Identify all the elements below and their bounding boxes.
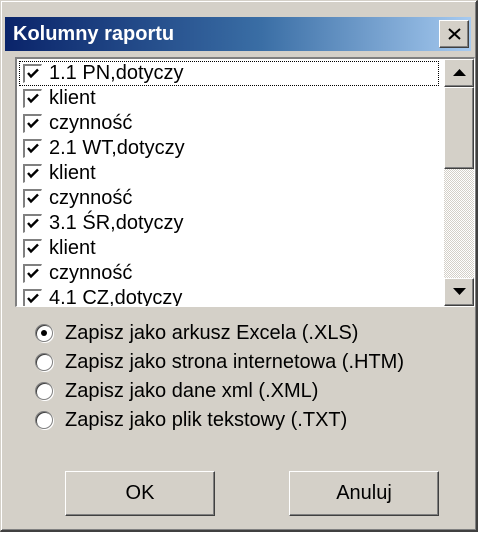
column-label: 4.1 CZ,dotyczy: [49, 287, 183, 307]
export-option-label: Zapisz jako strona internetowa (.HTM): [65, 351, 405, 373]
arrow-up-icon: [453, 69, 466, 76]
column-label: klient: [49, 237, 96, 259]
export-radio[interactable]: [35, 411, 53, 429]
column-label: klient: [49, 87, 96, 109]
vertical-scrollbar[interactable]: [444, 59, 474, 306]
column-list-item[interactable]: czynność: [19, 186, 439, 211]
export-option[interactable]: Zapisz jako dane xml (.XML): [23, 377, 443, 406]
column-label: 3.1 ŚR,dotyczy: [49, 212, 184, 234]
export-option-label: Zapisz jako arkusz Excela (.XLS): [65, 322, 359, 344]
close-button[interactable]: [439, 20, 469, 48]
export-option-label: Zapisz jako plik tekstowy (.TXT): [65, 409, 348, 431]
column-label: czynność: [49, 262, 133, 284]
scroll-up-button[interactable]: [444, 59, 474, 87]
column-list-item[interactable]: klient: [19, 161, 439, 186]
column-label: klient: [49, 162, 96, 184]
column-checkbox[interactable]: [23, 89, 42, 108]
checkmark-icon: [27, 68, 39, 79]
column-checkbox[interactable]: [23, 164, 42, 183]
column-list-item[interactable]: czynność: [19, 261, 439, 286]
column-checkbox[interactable]: [23, 114, 42, 133]
radio-dot: [41, 330, 47, 336]
export-option-label: Zapisz jako dane xml (.XML): [65, 380, 319, 402]
column-label: 1.1 PN,dotyczy: [49, 62, 184, 84]
column-checkbox[interactable]: [23, 189, 42, 208]
column-checkbox[interactable]: [23, 264, 42, 283]
scroll-down-button[interactable]: [444, 278, 474, 306]
checkmark-icon: [27, 243, 39, 254]
column-label: 2.1 WT,dotyczy: [49, 137, 185, 159]
export-option[interactable]: Zapisz jako strona internetowa (.HTM): [23, 348, 443, 377]
checkmark-icon: [27, 293, 39, 304]
columns-list: 1.1 PN,dotyczy klient czynność 2.1 WT,dotyc…: [19, 61, 439, 307]
dialog-title: Kolumny raportu: [13, 23, 175, 45]
close-icon: [448, 28, 461, 40]
column-list-item[interactable]: 3.1 ŚR,dotyczy: [19, 211, 439, 236]
column-list-item[interactable]: 2.1 WT,dotyczy: [19, 136, 439, 161]
export-radio[interactable]: [35, 382, 53, 400]
title-bar: Kolumny raportu: [5, 17, 471, 51]
export-format-group: Zapisz jako arkusz Excela (.XLS) Zapisz j…: [23, 319, 443, 435]
arrow-down-icon: [453, 288, 466, 295]
export-option[interactable]: Zapisz jako arkusz Excela (.XLS): [23, 319, 443, 348]
ok-button[interactable]: OK: [65, 471, 215, 516]
column-checkbox[interactable]: [23, 289, 42, 306]
column-list-item[interactable]: klient: [19, 236, 439, 261]
checkmark-icon: [27, 218, 39, 229]
column-checkbox[interactable]: [23, 214, 42, 233]
column-checkbox[interactable]: [23, 239, 42, 258]
checkmark-icon: [27, 193, 39, 204]
export-radio[interactable]: [35, 324, 53, 342]
column-checkbox[interactable]: [23, 139, 42, 158]
cancel-button[interactable]: Anuluj: [289, 471, 439, 516]
column-label: czynność: [49, 187, 133, 209]
checkmark-icon: [27, 268, 39, 279]
checkmark-icon: [27, 168, 39, 179]
column-list-item[interactable]: 1.1 PN,dotyczy: [19, 61, 439, 86]
checkmark-icon: [27, 118, 39, 129]
column-checkbox[interactable]: [23, 64, 42, 83]
column-list-item[interactable]: czynność: [19, 111, 439, 136]
checkmark-icon: [27, 143, 39, 154]
column-list-item[interactable]: 4.1 CZ,dotyczy: [19, 286, 439, 307]
export-option[interactable]: Zapisz jako plik tekstowy (.TXT): [23, 406, 443, 435]
scroll-thumb[interactable]: [444, 87, 474, 169]
export-radio[interactable]: [35, 353, 53, 371]
report-columns-dialog: Kolumny raportu 1.1 PN,dotyczy klient czyn…: [0, 0, 478, 532]
columns-listbox[interactable]: 1.1 PN,dotyczy klient czynność 2.1 WT,dotyc…: [15, 57, 475, 307]
column-label: czynność: [49, 112, 133, 134]
checkmark-icon: [27, 93, 39, 104]
column-list-item[interactable]: klient: [19, 86, 439, 111]
